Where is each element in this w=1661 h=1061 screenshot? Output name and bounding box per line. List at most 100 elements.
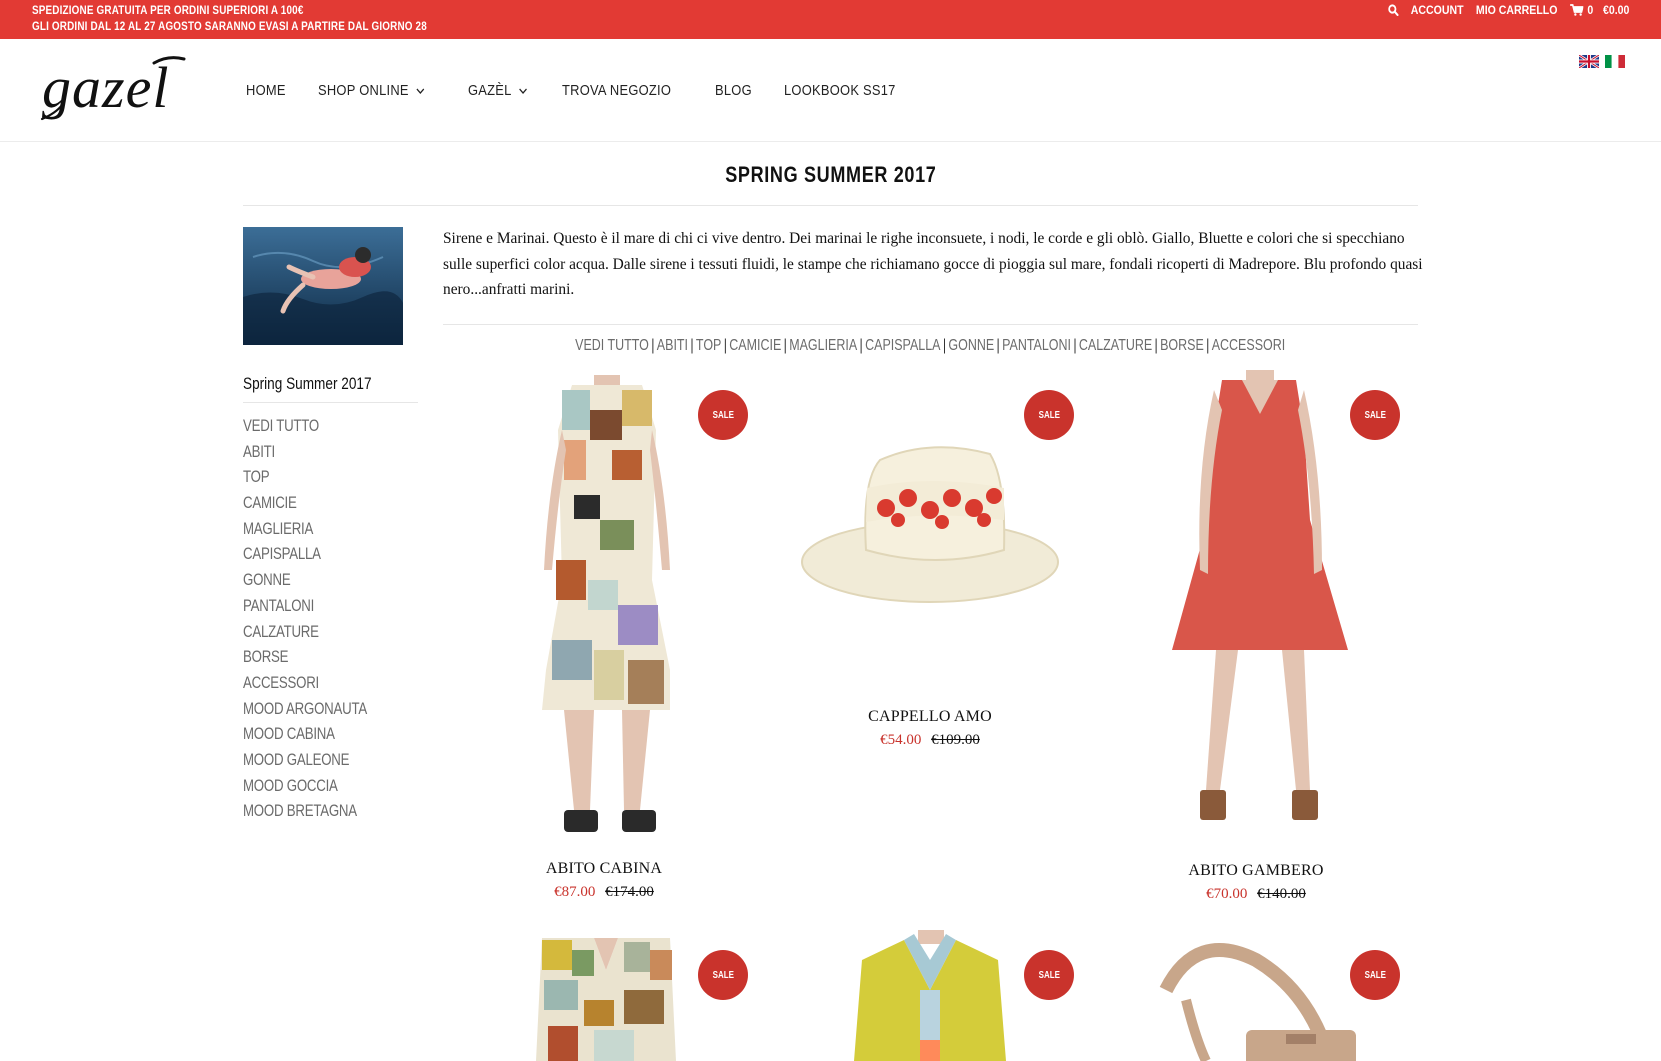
filter-abiti[interactable]: ABITI	[657, 337, 688, 354]
site-header: gazel HOME SHOP ONLINE GAZÈL TROVA NEGOZIO B…	[0, 39, 1661, 142]
nav-shop-online[interactable]: SHOP ONLINE	[318, 82, 425, 99]
product-card-6[interactable]: SALE	[1096, 930, 1416, 1061]
cart-link[interactable]: MIO CARRELLO	[1476, 3, 1558, 17]
nav-lookbook-ss17[interactable]: LOOKBOOK SS17	[784, 82, 896, 99]
filter-separator: |	[1154, 337, 1159, 354]
cart-icon	[1569, 4, 1583, 16]
filter-separator: |	[943, 337, 947, 354]
sale-badge: SALE	[698, 390, 748, 440]
filter-separator: |	[724, 337, 728, 354]
main-nav: HOME SHOP ONLINE GAZÈL TROVA NEGOZIO BLOG LOO…	[246, 82, 914, 99]
filter-camicie[interactable]: CAMICIE	[730, 337, 782, 354]
product-price: €70.00 €140.00	[1096, 886, 1416, 903]
italy-flag-icon[interactable]	[1605, 55, 1625, 68]
sale-badge: SALE	[1350, 390, 1400, 440]
filter-separator: |	[1206, 337, 1210, 354]
sidebar-item-mood-bretagna[interactable]: MOOD BRETAGNA	[243, 798, 367, 824]
filter-calzature[interactable]: CALZATURE	[1079, 337, 1152, 354]
nav-trova-negozio[interactable]: TROVA NEGOZIO	[562, 82, 671, 99]
sidebar-item-pantaloni[interactable]: PANTALONI	[243, 593, 367, 619]
sidebar-item-mood-argonauta[interactable]: MOOD ARGONAUTA	[243, 696, 367, 722]
product-card-cappello-amo[interactable]: SALE CAPPELLO AMO €54.00 €109.00	[770, 370, 1090, 770]
product-name[interactable]: CAPPELLO AMO	[770, 708, 1090, 726]
intro-divider	[443, 324, 1418, 325]
category-filter-bar: VEDI TUTTO | ABITI | TOP | CAMICIE | MAGLIERIA | C…	[443, 337, 1418, 355]
collection-description: Sirene e Marinai. Questo è il mare di ch…	[443, 230, 1423, 298]
brand-logo[interactable]: gazel	[36, 49, 211, 129]
announcement-bar: SPEDIZIONE GRATUITA PER ORDINI SUPERIORI…	[0, 0, 1661, 39]
product-name[interactable]: ABITO GAMBERO	[1096, 862, 1416, 880]
sidebar-item-calzature[interactable]: CALZATURE	[243, 619, 367, 645]
nav-label: SHOP ONLINE	[318, 82, 409, 99]
filter-separator: |	[1073, 337, 1077, 354]
nav-label: TROVA NEGOZIO	[562, 82, 672, 99]
product-image[interactable]	[444, 370, 764, 840]
original-price: €140.00	[1257, 886, 1306, 902]
filter-separator: |	[651, 337, 655, 354]
sale-badge: SALE	[1024, 950, 1074, 1000]
page-title: SPRING SUMMER 2017	[724, 162, 937, 187]
sale-price: €70.00	[1206, 886, 1248, 902]
nav-gaz-l[interactable]: GAZÈL	[468, 82, 527, 99]
product-card-abito-cabina[interactable]: SALE ABITO CABINA €87.00 €174.00	[444, 370, 764, 910]
filter-pantaloni[interactable]: PANTALONI	[1002, 337, 1071, 354]
sidebar-item-mood-goccia[interactable]: MOOD GOCCIA	[243, 773, 367, 799]
filter-separator: |	[690, 337, 694, 354]
nav-label: GAZÈL	[467, 82, 512, 99]
sidebar-item-top[interactable]: TOP	[243, 464, 367, 490]
collection-image	[243, 227, 403, 345]
filter-separator: |	[783, 337, 788, 354]
chevron-down-icon	[416, 88, 425, 94]
sale-badge: SALE	[1350, 950, 1400, 1000]
nav-label: BLOG	[715, 82, 753, 99]
product-price: €54.00 €109.00	[770, 732, 1090, 749]
nav-label: LOOKBOOK SS17	[784, 82, 896, 99]
search-icon[interactable]	[1387, 4, 1399, 16]
sale-badge: SALE	[698, 950, 748, 1000]
account-link[interactable]: ACCOUNT	[1410, 3, 1463, 17]
sidebar-item-camicie[interactable]: CAMICIE	[243, 490, 367, 516]
filter-borse[interactable]: BORSE	[1160, 337, 1204, 354]
sale-badge: SALE	[1024, 390, 1074, 440]
svg-text:gazel: gazel	[42, 55, 169, 120]
sidebar-item-capispalla[interactable]: CAPISPALLA	[243, 541, 367, 567]
filter-accessori[interactable]: ACCESSORI	[1212, 337, 1286, 354]
sidebar-heading[interactable]: Spring Summer 2017	[243, 374, 372, 394]
filter-separator: |	[996, 337, 1001, 354]
nav-blog[interactable]: BLOG	[715, 82, 752, 99]
sidebar-item-maglieria[interactable]: MAGLIERIA	[243, 516, 367, 542]
filter-top[interactable]: TOP	[696, 337, 721, 354]
nav-label: HOME	[246, 82, 286, 99]
cart-summary[interactable]: 0 €0.00	[1569, 3, 1629, 17]
product-card-4[interactable]: SALE	[444, 930, 764, 1061]
sale-price: €54.00	[880, 732, 922, 748]
uk-flag-icon[interactable]	[1579, 55, 1599, 68]
filter-separator: |	[859, 337, 864, 354]
nav-home[interactable]: HOME	[246, 82, 286, 99]
sidebar-item-mood-galeone[interactable]: MOOD GALEONE	[243, 747, 367, 773]
sidebar-item-mood-cabina[interactable]: MOOD CABINA	[243, 721, 367, 747]
sidebar-divider	[243, 402, 418, 403]
sidebar-item-borse[interactable]: BORSE	[243, 644, 367, 670]
filter-capispalla[interactable]: CAPISPALLA	[865, 337, 940, 354]
product-name[interactable]: ABITO CABINA	[444, 860, 764, 878]
filter-maglieria[interactable]: MAGLIERIA	[790, 337, 858, 354]
product-card-5[interactable]: SALE	[770, 930, 1090, 1061]
sidebar-item-vedi-tutto[interactable]: VEDI TUTTO	[243, 413, 367, 439]
chevron-down-icon	[518, 88, 527, 94]
sale-price: €87.00	[554, 884, 596, 900]
promo-text: SPEDIZIONE GRATUITA PER ORDINI SUPERIORI…	[32, 3, 427, 35]
promo-line-shipping: SPEDIZIONE GRATUITA PER ORDINI SUPERIORI…	[32, 5, 304, 17]
sidebar-item-gonne[interactable]: GONNE	[243, 567, 367, 593]
sidebar-item-accessori[interactable]: ACCESSORI	[243, 670, 367, 696]
language-switcher	[1579, 55, 1625, 68]
sidebar-item-abiti[interactable]: ABITI	[243, 439, 367, 465]
promo-line-orders: GLI ORDINI DAL 12 AL 27 AGOSTO SARANNO E…	[32, 21, 427, 33]
title-divider	[243, 205, 1418, 206]
filter-vedi-tutto[interactable]: VEDI TUTTO	[575, 337, 649, 354]
product-image[interactable]	[1096, 370, 1416, 840]
product-card-abito-gambero[interactable]: SALE ABITO GAMBERO €70.00 €140.00	[1096, 370, 1416, 910]
filter-gonne[interactable]: GONNE	[949, 337, 995, 354]
sidebar-category-list: VEDI TUTTO ABITI TOP CAMICIE MAGLIERIA CAPISP…	[243, 413, 402, 824]
original-price: €174.00	[605, 884, 654, 900]
